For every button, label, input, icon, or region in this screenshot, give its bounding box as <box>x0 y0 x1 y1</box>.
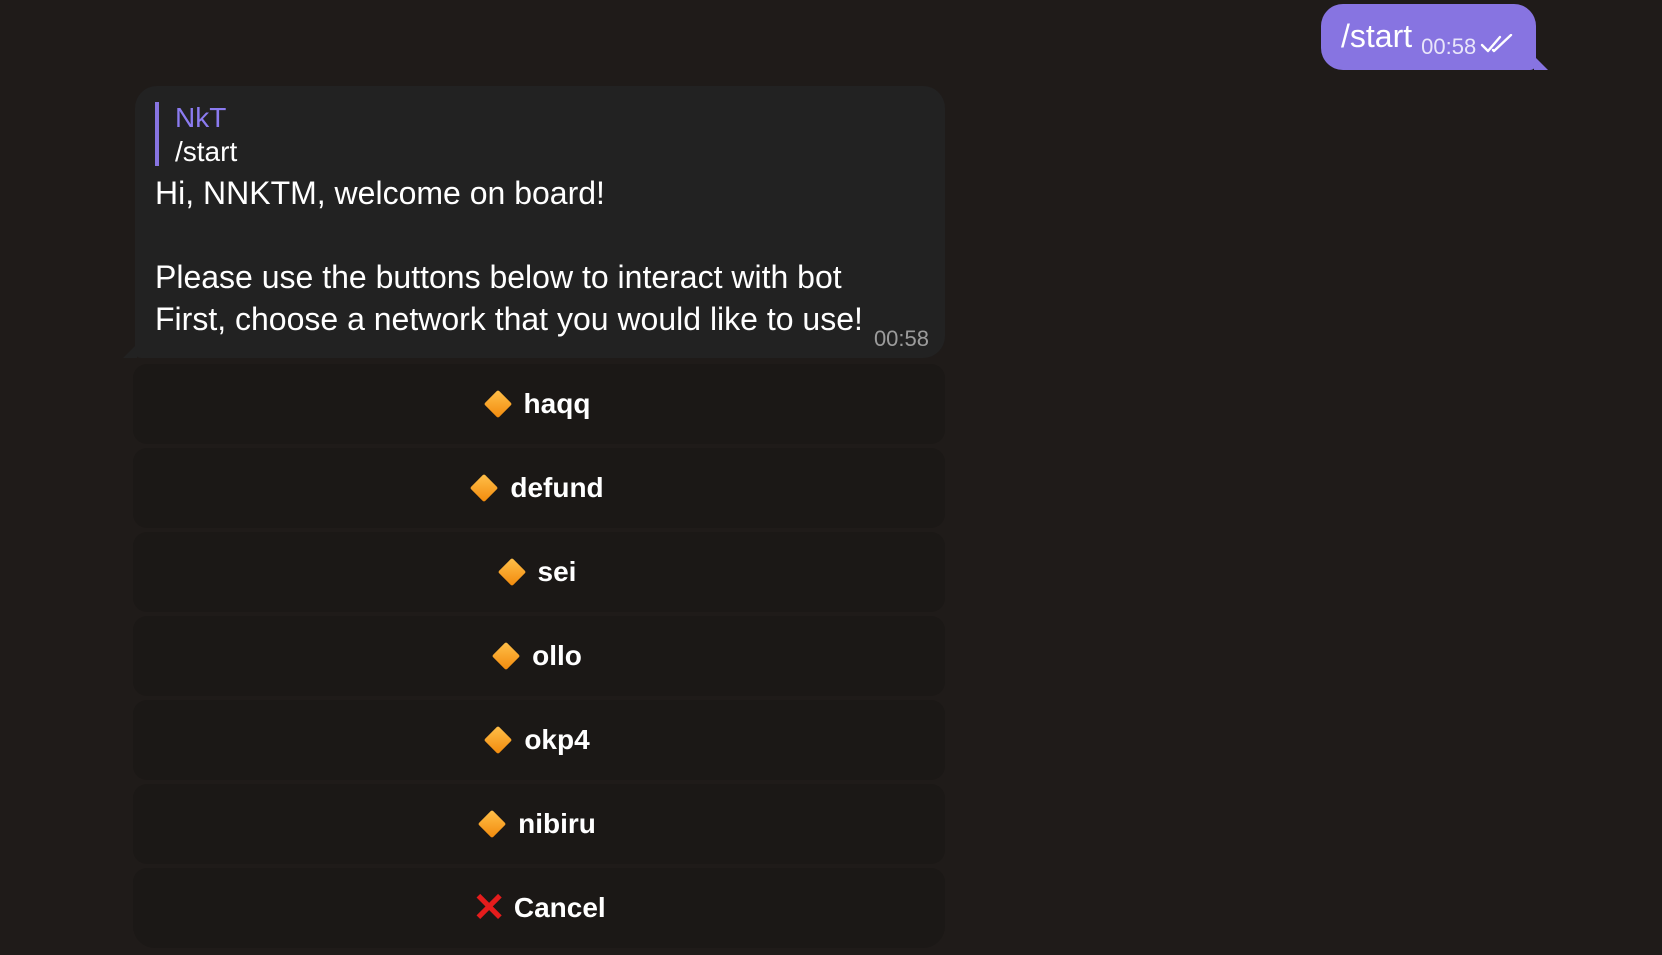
outgoing-message-text: /start <box>1341 18 1413 54</box>
cancel-button[interactable]: ✕ Cancel <box>133 868 945 948</box>
network-button-ollo[interactable]: ollo <box>133 616 945 696</box>
orange-diamond-icon <box>491 641 521 671</box>
incoming-message[interactable]: NkT /start Hi, NNKTM, welcome on board! … <box>123 86 945 358</box>
orange-diamond-icon <box>484 725 513 755</box>
reply-quote[interactable]: NkT /start <box>155 102 925 167</box>
network-button-nibiru[interactable]: nibiru <box>133 784 945 864</box>
outgoing-message-meta: 00:58 <box>1421 33 1514 60</box>
orange-diamond-icon <box>477 809 507 839</box>
message-line: Hi, NNKTM, welcome on board! <box>155 175 605 211</box>
network-button-sei[interactable]: sei <box>133 532 945 612</box>
button-label: Cancel <box>513 892 606 923</box>
button-label: nibiru <box>518 808 596 839</box>
orange-diamond-icon <box>497 557 526 587</box>
message-body: Hi, NNKTM, welcome on board! Please use … <box>155 172 925 340</box>
cross-mark-icon: ✕ <box>472 886 506 930</box>
double-check-icon <box>1480 33 1514 60</box>
outgoing-message[interactable]: /start 00:58 <box>1321 4 1549 70</box>
button-label: ollo <box>532 640 582 671</box>
button-label: sei <box>537 556 577 587</box>
message-line: First, choose a network that you would l… <box>155 301 863 337</box>
network-button-haqq[interactable]: haqq <box>133 364 945 444</box>
message-line: Please use the buttons below to interact… <box>155 259 842 295</box>
orange-diamond-icon <box>483 389 512 419</box>
button-label: haqq <box>523 388 591 419</box>
orange-diamond-icon <box>470 473 499 503</box>
inline-keyboard: haqq defund sei ollo okp4 nibiru ✕ Cance… <box>133 364 945 948</box>
reply-text: /start <box>175 136 238 167</box>
reply-author: NkT <box>175 102 227 133</box>
network-button-defund[interactable]: defund <box>133 448 945 528</box>
chat-area: /start 00:58 NkT /start Hi, NNKTM, welco… <box>0 0 1662 955</box>
incoming-bubble-tail <box>123 344 137 358</box>
button-label: defund <box>510 472 604 503</box>
incoming-message-time: 00:58 <box>873 326 929 351</box>
button-label: okp4 <box>524 724 590 755</box>
outgoing-message-time: 00:58 <box>1421 34 1477 59</box>
network-button-okp4[interactable]: okp4 <box>133 700 945 780</box>
outgoing-bubble-tail <box>1534 56 1549 70</box>
